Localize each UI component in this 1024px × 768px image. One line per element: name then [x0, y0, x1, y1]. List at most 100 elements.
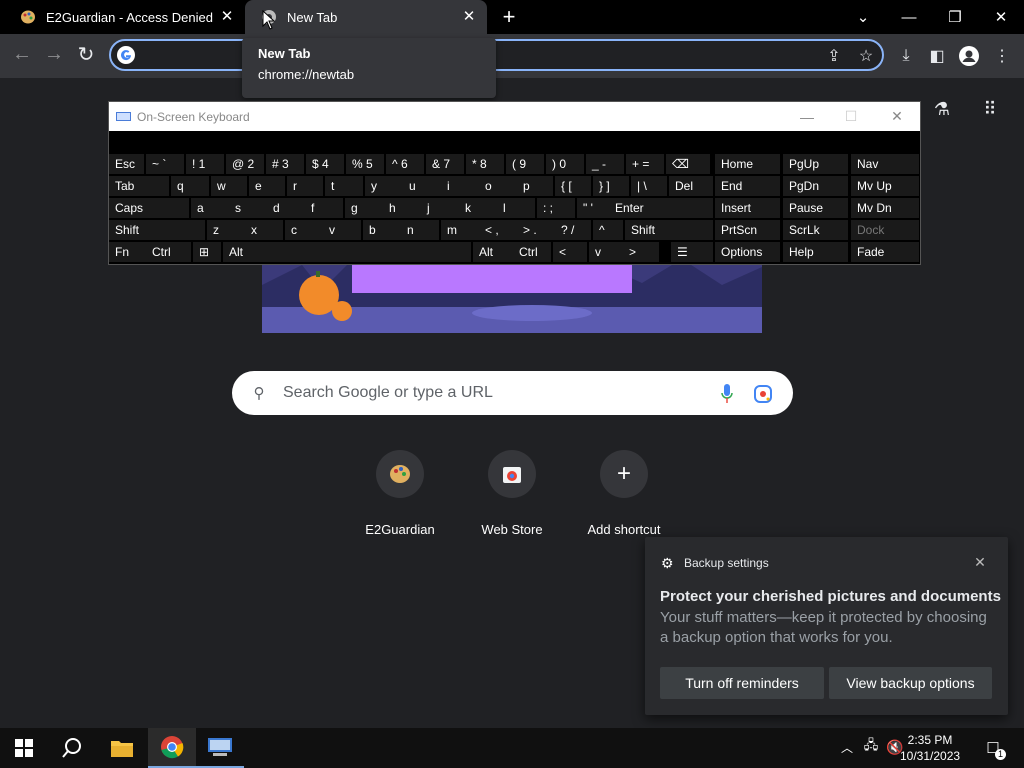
new-tab-button[interactable]: + — [498, 6, 520, 28]
osk-key[interactable]: _ - — [586, 154, 624, 174]
osk-key[interactable]: a — [191, 198, 229, 218]
osk-key[interactable]: e — [249, 176, 285, 196]
osk-key[interactable]: ) 0 — [546, 154, 584, 174]
tab-e2guardian[interactable]: E2Guardian - Access Denied ✕ — [0, 0, 245, 34]
osk-key[interactable]: w — [211, 176, 247, 196]
osk-key[interactable]: $ 4 — [306, 154, 344, 174]
osk-key[interactable]: Alt — [473, 242, 513, 262]
voice-search-mic-icon[interactable] — [717, 383, 737, 405]
osk-key[interactable]: Shift — [109, 220, 205, 240]
close-icon[interactable]: ✕ — [972, 554, 988, 570]
share-icon[interactable]: ⇪ — [822, 44, 846, 68]
osk-key[interactable]: ^ — [593, 220, 623, 240]
profile-avatar-icon[interactable] — [957, 44, 981, 68]
osk-nav-key[interactable]: Options — [715, 242, 780, 262]
minimize-button[interactable]: — — [886, 0, 932, 34]
reload-button[interactable]: ↻ — [72, 40, 100, 68]
shortcut-web-store[interactable]: Web Store — [456, 448, 568, 548]
osk-key[interactable]: y — [365, 176, 403, 196]
osk-key[interactable]: b — [363, 220, 401, 240]
osk-key[interactable]: Del — [669, 176, 713, 196]
osk-nav-key[interactable]: ScrLk — [783, 220, 848, 240]
tab-search-icon[interactable]: ⌄ — [840, 0, 886, 34]
osk-key[interactable]: % 5 — [346, 154, 384, 174]
osk-key[interactable]: Caps — [109, 198, 189, 218]
osk-nav-key[interactable]: PgDn — [783, 176, 848, 196]
osk-key[interactable]: o — [479, 176, 517, 196]
osk-key[interactable]: f — [305, 198, 343, 218]
labs-flask-icon[interactable]: ⚗ — [930, 96, 954, 122]
osk-key[interactable]: * 8 — [466, 154, 504, 174]
osk-key[interactable]: @ 2 — [226, 154, 264, 174]
osk-key[interactable]: | \ — [631, 176, 667, 196]
file-explorer-icon[interactable] — [98, 728, 146, 768]
osk-key[interactable]: l — [497, 198, 535, 218]
close-tab-icon[interactable]: ✕ — [219, 9, 235, 25]
close-window-button[interactable]: ✕ — [978, 0, 1024, 34]
osk-key[interactable]: g — [345, 198, 383, 218]
osk-key[interactable]: ☰ — [671, 242, 713, 262]
shortcut-e2guardian[interactable]: E2Guardian — [344, 448, 456, 548]
osk-nav-key[interactable]: PgUp — [783, 154, 848, 174]
osk-nav-key[interactable]: Pause — [783, 198, 848, 218]
network-icon[interactable]: 🖧 — [860, 736, 882, 758]
osk-key[interactable]: d — [267, 198, 305, 218]
osk-key[interactable]: t — [325, 176, 363, 196]
osk-key[interactable]: j — [421, 198, 459, 218]
osk-key[interactable]: } ] — [593, 176, 629, 196]
osk-key[interactable] — [261, 242, 471, 262]
windows-start-icon[interactable] — [0, 728, 48, 768]
osk-key[interactable]: u — [403, 176, 441, 196]
osk-nav-key[interactable]: Nav — [851, 154, 919, 174]
osk-key[interactable]: v — [323, 220, 361, 240]
osk-key[interactable]: n — [401, 220, 439, 240]
osk-key[interactable]: s — [229, 198, 267, 218]
search-placeholder[interactable]: Search Google or type a URL — [283, 384, 493, 402]
chrome-taskbar-icon[interactable] — [148, 728, 196, 768]
osk-key[interactable]: { [ — [555, 176, 591, 196]
chevron-up-icon[interactable]: ︿ — [838, 736, 856, 758]
osk-key[interactable]: > — [623, 242, 659, 262]
osk-nav-key[interactable]: Insert — [715, 198, 780, 218]
system-clock[interactable]: 2:35 PM 10/31/2023 — [900, 732, 960, 764]
osk-key[interactable]: ? / — [555, 220, 591, 240]
osk-close-button[interactable]: ✕ — [875, 102, 919, 131]
osk-nav-key[interactable]: Home — [715, 154, 780, 174]
osk-key[interactable]: p — [517, 176, 553, 196]
osk-key[interactable]: r — [287, 176, 323, 196]
osk-minimize-button[interactable]: — — [785, 102, 829, 131]
google-doodle[interactable] — [262, 255, 762, 333]
osk-key[interactable]: ( 9 — [506, 154, 544, 174]
osk-key[interactable]: : ; — [537, 198, 575, 218]
osk-key[interactable]: Esc — [109, 154, 144, 174]
osk-key[interactable]: Enter — [609, 198, 713, 218]
osk-key[interactable]: ⊞ — [193, 242, 221, 262]
osk-key[interactable]: Ctrl — [146, 242, 191, 262]
osk-key[interactable]: c — [285, 220, 323, 240]
osk-key[interactable]: m — [441, 220, 479, 240]
osk-key[interactable]: Tab — [109, 176, 169, 196]
turn-off-reminders-button[interactable]: Turn off reminders — [660, 667, 824, 699]
osk-nav-key[interactable]: Mv Dn — [851, 198, 919, 218]
osk-key[interactable]: < , — [479, 220, 517, 240]
osk-key[interactable]: Shift — [625, 220, 713, 240]
osk-key[interactable]: q — [171, 176, 209, 196]
osk-key[interactable]: ⌫ — [666, 154, 710, 174]
osk-key[interactable]: < — [553, 242, 587, 262]
osk-key[interactable]: i — [441, 176, 479, 196]
osk-key[interactable]: + = — [626, 154, 664, 174]
google-lens-icon[interactable] — [753, 384, 773, 404]
back-button[interactable]: ← — [8, 40, 36, 68]
search-icon[interactable] — [48, 728, 96, 768]
osk-key[interactable]: ! 1 — [186, 154, 224, 174]
osk-key[interactable]: z — [207, 220, 245, 240]
chrome-menu-icon[interactable]: ⋮ — [990, 44, 1014, 68]
osk-key[interactable]: x — [245, 220, 283, 240]
tab-new-tab[interactable]: New Tab ✕ — [245, 0, 487, 34]
osk-nav-key[interactable]: PrtScn — [715, 220, 780, 240]
notification-center-icon[interactable]: ☐ 1 — [980, 736, 1006, 760]
osk-key[interactable]: ^ 6 — [386, 154, 424, 174]
on-screen-keyboard-taskbar-icon[interactable] — [196, 728, 244, 768]
osk-key[interactable]: v — [589, 242, 623, 262]
osk-key[interactable]: Ctrl — [513, 242, 551, 262]
